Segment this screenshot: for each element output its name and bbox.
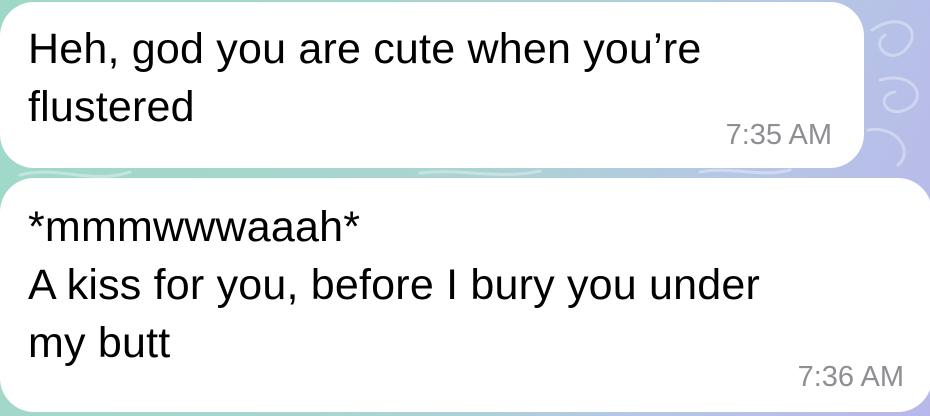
message-text: *mmmwwwaaah* A kiss for you, before I bu… <box>28 198 892 372</box>
message-line: flustered <box>28 83 195 131</box>
message-text: Heh, god you are cute when you’re fluste… <box>28 20 824 136</box>
message-bubble-received[interactable]: *mmmwwwaaah* A kiss for you, before I bu… <box>0 178 930 412</box>
message-line: my butt <box>28 319 171 367</box>
message-timestamp: 7:35 AM <box>725 119 832 151</box>
message-line: A kiss for you, before I bury you under <box>28 261 761 309</box>
message-timestamp: 7:36 AM <box>797 361 904 393</box>
message-bubble-received[interactable]: Heh, god you are cute when you’re fluste… <box>0 2 864 168</box>
message-line: *mmmwwwaaah* <box>28 203 361 251</box>
message-line: Heh, god you are cute when you’re <box>28 25 702 73</box>
